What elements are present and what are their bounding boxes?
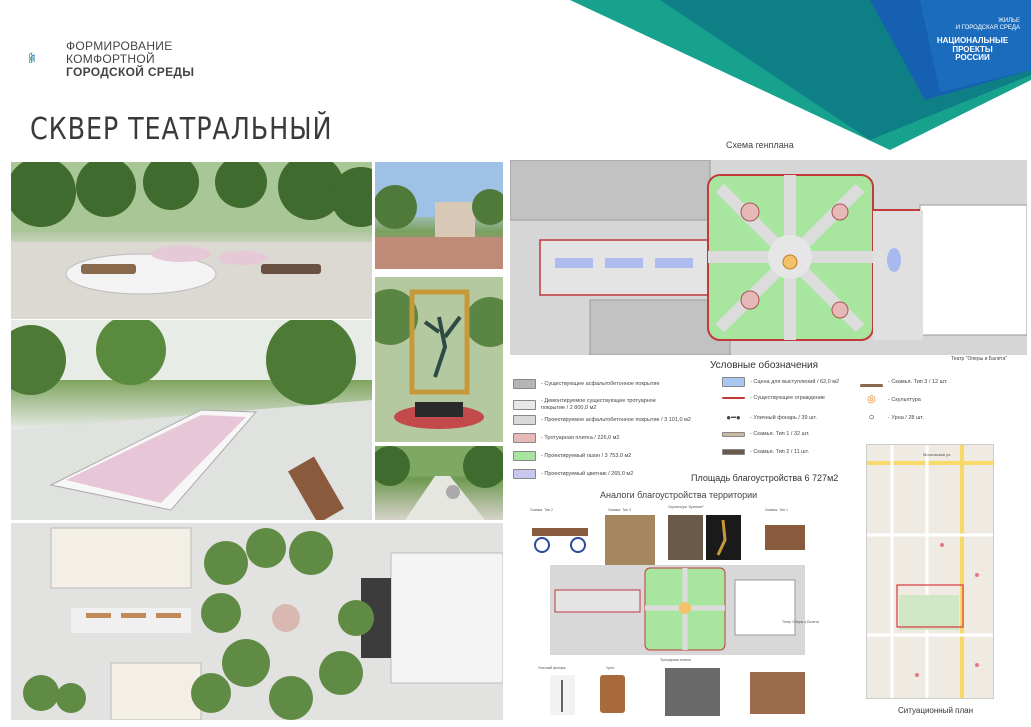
legend-item: - Демонтируемое существующее тротуарное … [513,398,681,411]
lamp-icon: ●━● [722,413,745,423]
legend-item: - Проектируемый цветник / 265,0 м2 [513,469,633,479]
render-square-seating [11,162,372,319]
situational-map: Московская ул. [866,444,994,699]
legend-item: - Скамья. Тип 3 / 12 шт. [860,377,947,387]
legend-item: - Скамья. Тип 1 / 32 шт. [722,431,809,437]
program-logo-text: ФОРМИРОВАНИЕ КОМФОРТНОЙ ГОРОДСКОЙ СРЕДЫ [66,39,195,79]
legend-item: - Проектируемое асфальтобетонное покрыти… [513,415,691,425]
photo-theatre-square [375,162,503,269]
legend-item: ◎ - Скульптура [860,395,921,405]
map-street-label: Московская ул. [923,452,952,457]
legend-item: - Проектируемый газон / 3 753,0 м2 [513,451,631,461]
analogs-title: Аналоги благоустройства территории [600,490,758,500]
legend-item: - Сцена для выступлений / 62,0 м2 [722,377,839,387]
improvement-area: Площадь благоустройства 6 727м2 [691,473,839,483]
plan-caption: Схема генплана [726,140,794,150]
page-title: СКВЕР ТЕАТРАЛЬНЫЙ [30,112,333,147]
master-plan [510,160,1027,355]
map-caption: Ситуационный план [898,706,974,715]
analogs-board: Скамья. Тип 2 Скамья. Тип 3 Скульптура "… [520,500,830,720]
legend-item: ●━● - Уличный фонарь / 39 шт. [722,413,817,423]
sculpture-icon: ◎ [860,395,883,405]
bench1-icon [722,431,745,437]
render-aerial-view [11,523,503,720]
legend-item: - Скамья. Тип 2 / 11 шт. [722,449,809,455]
legend-item: - Существующее ограждение [722,395,825,401]
urn-icon: ○ [860,413,883,423]
national-projects-logo: НАЦИОНАЛЬНЫЕ ПРОЕКТЫ РОССИИ [936,36,1009,62]
legend-item: - Существующее асфальтобетонное покрытие [513,379,660,389]
fence-icon [722,397,745,399]
render-alley-flowerbeds [11,320,372,520]
legend-title: Условные обозначения [710,360,819,371]
program-logo-icon [29,52,35,63]
render-fountain-area [375,446,503,520]
legend-item: - Тротуарная плитка / 226,0 м2 [513,433,619,443]
render-sculpture-frame [375,277,503,442]
bench3-icon [860,377,883,387]
theatre-label: Театр "Оперы и Балета" [951,356,1008,362]
legend-item: ○ - Урна / 28 шт. [860,413,924,423]
national-projects-subtitle: ЖИЛЬЕ И ГОРОДСКАЯ СРЕДА [955,18,1020,31]
bench2-icon [722,449,745,455]
stage-icon [722,377,745,387]
